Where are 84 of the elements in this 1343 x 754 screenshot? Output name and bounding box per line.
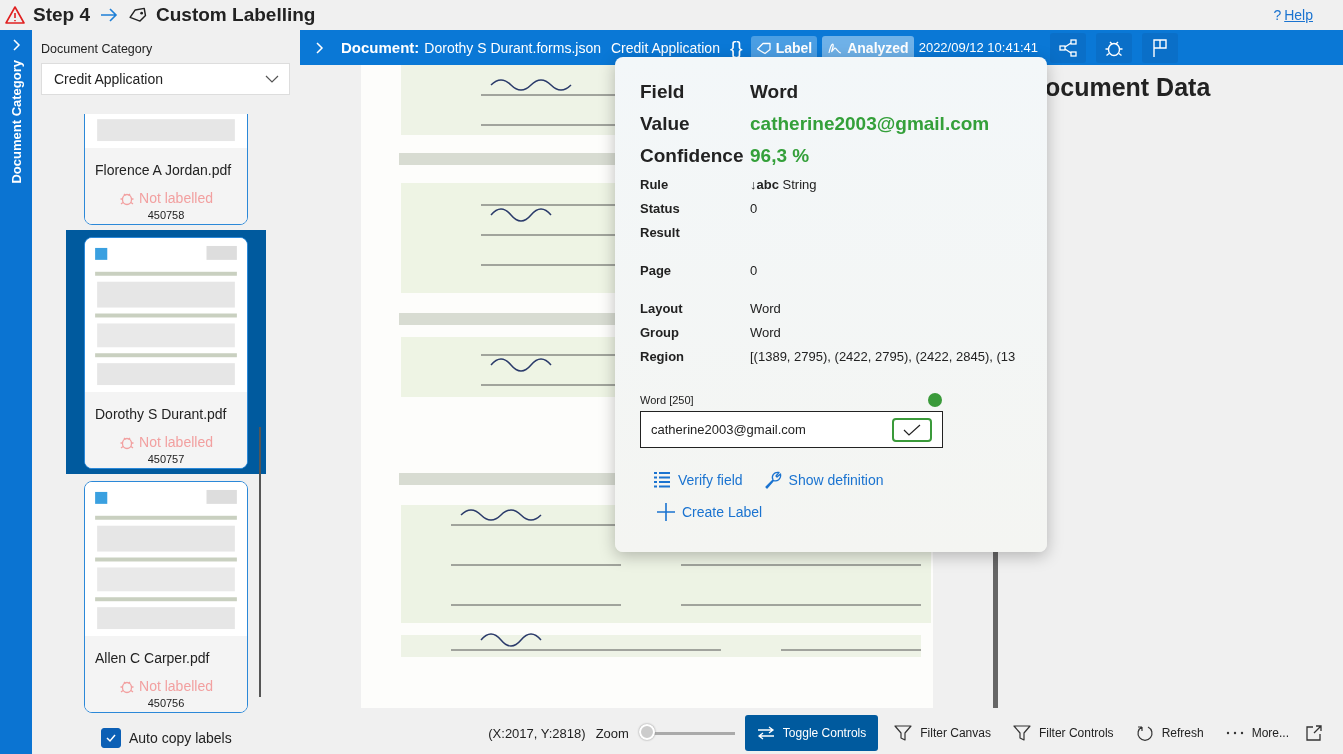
document-name: Florence A Jordan.pdf <box>95 162 232 178</box>
arrow-icon <box>100 8 119 22</box>
share-button[interactable] <box>1049 32 1086 63</box>
toolbar-button[interactable]: More... <box>1219 715 1295 751</box>
document-category: Credit Application <box>610 39 720 56</box>
help-link[interactable]: Help <box>1284 7 1313 23</box>
detail-label: Region <box>640 349 686 364</box>
detail-value: 0 <box>750 263 758 278</box>
detail-value: Word <box>750 325 781 340</box>
document-card[interactable]: Allen C Carper.pdf Not labelled 450756 <box>84 481 248 713</box>
detail-label: Status <box>640 201 681 216</box>
detail-value: [(1389, 2795), (2422, 2795), (2422, 2845), (13 <box>750 349 1016 364</box>
action-link[interactable]: Create Label <box>656 502 763 522</box>
status-label: Not labelled <box>139 434 213 450</box>
chevron-icon[interactable] <box>314 40 324 55</box>
refresh-icon <box>1135 724 1154 742</box>
swap-icon <box>756 726 775 740</box>
rail-label[interactable]: Document Category <box>8 60 24 184</box>
detail-label: Group <box>640 325 680 340</box>
detail-value: 96,3 % <box>750 145 810 167</box>
field-label: Word [250] <box>640 394 694 406</box>
document-item[interactable]: Florence A Jordan.pdf Not labelled 450758 <box>66 114 266 230</box>
plus-icon <box>656 502 676 522</box>
document-card[interactable]: Dorothy S Durant.pdf Not labelled 450757 <box>84 237 248 469</box>
document-id: 450757 <box>147 453 185 465</box>
page-title: Custom Labelling <box>156 4 316 26</box>
detail-value: Word <box>750 81 799 103</box>
caret-icon <box>265 75 279 83</box>
document-id: 450756 <box>147 697 185 709</box>
cursor-coordinates: (X:2017, Y:2818) <box>488 725 586 741</box>
chevron-icon[interactable] <box>11 38 21 52</box>
category-dropdown[interactable]: Credit Application <box>41 63 290 95</box>
detail-value: ↓abc String <box>750 177 817 192</box>
filter-icon <box>894 724 913 742</box>
detail-label: Result <box>640 225 681 240</box>
tag-icon <box>128 5 149 25</box>
detail-label: Field <box>640 81 686 103</box>
detail-label: Value <box>640 113 691 135</box>
detail-label: Rule <box>640 177 670 192</box>
action-link[interactable]: Show definition <box>762 470 884 490</box>
toolbar-button[interactable]: Filter Controls <box>1006 715 1120 751</box>
toolbar-button[interactable]: Refresh <box>1129 715 1210 751</box>
zoom-label: Zoom <box>595 725 629 741</box>
popout-icon[interactable] <box>1305 724 1323 742</box>
detail-label: Layout <box>640 301 684 316</box>
status-label: Not labelled <box>139 190 213 206</box>
check-icon <box>902 422 922 437</box>
document-prefix: Document: <box>341 39 420 56</box>
flag-button[interactable] <box>1141 32 1178 63</box>
document-item[interactable]: Dorothy S Durant.pdf Not labelled 450757 <box>66 230 266 474</box>
filter-icon <box>1012 724 1031 742</box>
step-title: Step 4 <box>33 4 91 26</box>
help-icon: ? <box>1273 7 1282 23</box>
detail-value: catherine2003@gmail.com <box>750 113 990 135</box>
document-file-name: Dorothy S Durant.forms.json <box>424 39 601 56</box>
document-id: 450758 <box>147 209 185 221</box>
check-icon <box>105 732 117 744</box>
scrollbar-thumb[interactable] <box>259 427 261 697</box>
detail-value: 0 <box>750 201 758 216</box>
tag-icon <box>755 40 772 55</box>
document-name: Allen C Carper.pdf <box>95 650 210 666</box>
document-card[interactable]: Florence A Jordan.pdf Not labelled 450758 <box>84 114 248 225</box>
document-item[interactable]: Allen C Carper.pdf Not labelled 450756 <box>66 474 266 718</box>
bug-button[interactable] <box>1095 32 1132 63</box>
field-label: Document Category <box>41 42 154 56</box>
action-link[interactable]: Verify field <box>652 470 743 490</box>
checkbox[interactable] <box>101 728 121 748</box>
share-icon <box>1057 37 1078 58</box>
list-icon <box>652 470 672 490</box>
detail-label: Confidence <box>640 145 745 167</box>
toolbar-button[interactable]: Toggle Controls <box>744 715 879 751</box>
document-name: Dorothy S Durant.pdf <box>95 406 227 422</box>
word-input-field[interactable]: catherine2003@gmail.com <box>640 411 943 448</box>
more-icon <box>1225 730 1244 736</box>
toolbar-button[interactable]: Filter Canvas <box>888 715 997 751</box>
detail-label: Page <box>640 263 673 278</box>
detail-value: Word <box>750 301 781 316</box>
signature-icon <box>827 40 844 55</box>
checkbox-label: Auto copy labels <box>129 730 232 746</box>
panel-heading: ocument Data <box>1045 73 1211 101</box>
confirm-button[interactable] <box>892 417 932 442</box>
status-label: Not labelled <box>139 678 213 694</box>
timestamp: 2022/09/12 10:41:41 <box>918 40 1038 55</box>
warning-icon <box>5 5 25 25</box>
